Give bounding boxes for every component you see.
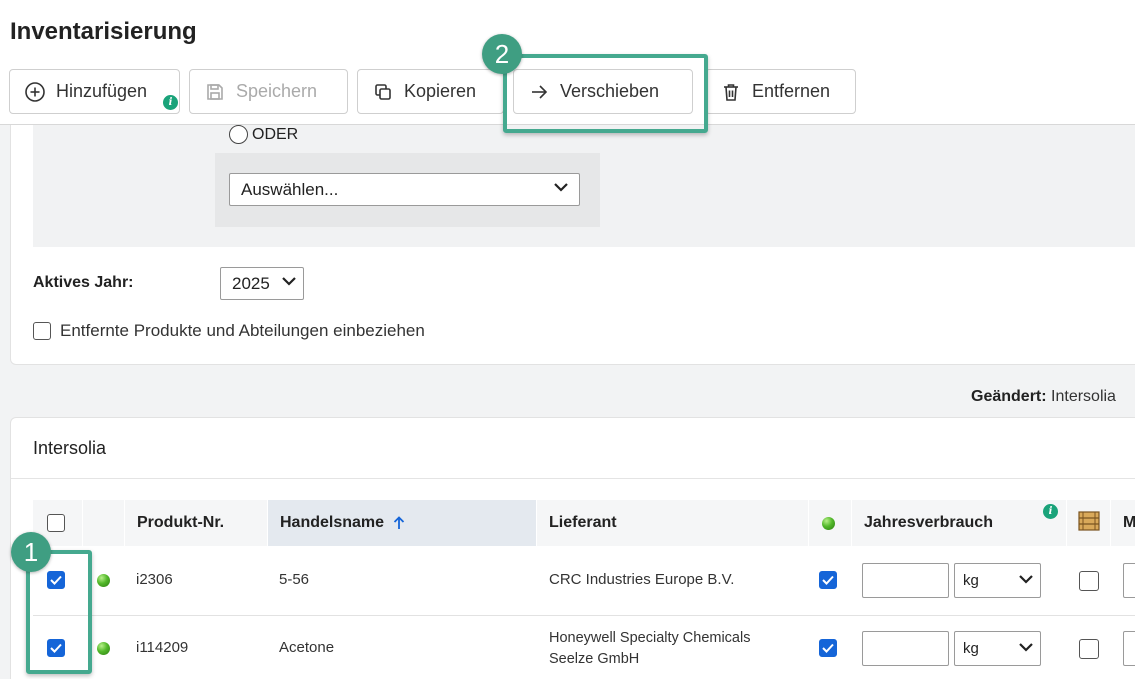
- row-product-no: i114209: [136, 639, 189, 656]
- green-dot-icon: [97, 574, 110, 587]
- row-storage-checkbox[interactable]: [1079, 571, 1099, 591]
- annual-consumption-input[interactable]: [862, 563, 949, 598]
- row-supplier: Honeywell Specialty Chemicals Seelze Gmb…: [549, 628, 750, 670]
- active-year-value: 2025: [232, 273, 270, 293]
- save-button-label: Speichern: [236, 81, 318, 101]
- list-title: Intersolia: [33, 438, 107, 458]
- row-storage-checkbox[interactable]: [1079, 639, 1099, 659]
- column-header-trade-name[interactable]: Handelsname: [268, 500, 537, 546]
- criteria-select-value: Auswählen...: [241, 179, 339, 199]
- remove-button[interactable]: Entfernen: [705, 69, 856, 114]
- include-removed-label: Entfernte Produkte und Abteilungen einbe…: [60, 321, 425, 340]
- select-all-checkbox[interactable]: [47, 514, 65, 532]
- chevron-down-icon: [1018, 639, 1034, 659]
- annual-consumption-input[interactable]: [862, 631, 949, 666]
- row-active-checkbox[interactable]: [819, 571, 837, 589]
- or-radio[interactable]: [229, 125, 248, 144]
- info-icon[interactable]: i: [1043, 504, 1058, 519]
- add-button[interactable]: Hinzufügen i: [9, 69, 180, 114]
- or-radio-label: ODER: [252, 125, 299, 143]
- next-column-input[interactable]: [1123, 631, 1135, 666]
- divider: [11, 478, 1135, 479]
- row-active-checkbox[interactable]: [819, 639, 837, 657]
- column-header-product-no[interactable]: Produkt-Nr.: [125, 500, 268, 546]
- row-status: [97, 574, 110, 587]
- unit-select-value: kg: [963, 640, 979, 657]
- row-supplier-line2: Seelze GmbH: [549, 651, 640, 667]
- column-header-trade-name-label: Handelsname: [280, 514, 385, 531]
- header-status: [83, 500, 125, 546]
- include-removed-checkbox[interactable]: [33, 322, 51, 340]
- row-supplier-line1: Honeywell Specialty Chemicals: [549, 630, 751, 646]
- row-trade-name: 5-56: [279, 571, 310, 588]
- filter-panel: ODER Auswählen... Aktives Jahr: 2025 Ent…: [10, 125, 1135, 365]
- remove-button-label: Entfernen: [752, 81, 831, 101]
- row-trade-name: Acetone: [279, 639, 335, 656]
- copy-button-label: Kopieren: [404, 81, 477, 101]
- step-1-badge: 1: [11, 532, 51, 572]
- column-header-annual-consumption-label: Jahresverbrauch: [864, 514, 993, 531]
- active-year-label: Aktives Jahr:: [33, 274, 134, 291]
- column-header-status[interactable]: [809, 500, 852, 546]
- green-dot-icon: [822, 516, 835, 530]
- row-product-no: i2306: [136, 571, 173, 588]
- table-row[interactable]: i2306 5-56 CRC Industries Europe B.V. kg: [33, 546, 1135, 616]
- product-list-panel: Intersolia Produkt-Nr. Handelsname Liefe…: [10, 417, 1135, 679]
- next-column-input[interactable]: [1123, 563, 1135, 598]
- column-header-annual-consumption[interactable]: Jahresverbrauch i: [852, 500, 1067, 546]
- green-dot-icon: [97, 642, 110, 655]
- info-icon[interactable]: i: [163, 95, 178, 110]
- page-title: Inventarisierung: [10, 18, 197, 45]
- trash-icon: [720, 81, 742, 103]
- chevron-down-icon: [281, 273, 297, 294]
- changed-by: Geändert: Intersolia: [971, 388, 1116, 406]
- active-year-select[interactable]: 2025: [220, 267, 304, 300]
- floppy-disk-icon: [204, 81, 226, 103]
- chevron-down-icon: [1018, 571, 1034, 591]
- column-header-storage[interactable]: [1067, 500, 1111, 546]
- or-radio-option[interactable]: ODER: [229, 125, 298, 144]
- unit-select[interactable]: kg: [954, 563, 1041, 598]
- select-container: Auswählen...: [215, 153, 600, 227]
- row-status: [97, 642, 110, 655]
- sort-ascending-icon: [393, 516, 405, 530]
- plus-circle-icon: [24, 81, 46, 103]
- row-active-checkbox-cell: [819, 639, 837, 657]
- highlight-step-2: [503, 54, 708, 133]
- column-header-supplier[interactable]: Lieferant: [537, 500, 809, 546]
- unit-select-value: kg: [963, 572, 979, 589]
- row-supplier-line1: CRC Industries Europe B.V.: [549, 571, 735, 588]
- filter-criteria-box: ODER Auswählen...: [33, 125, 1135, 247]
- include-removed-option[interactable]: Entfernte Produkte und Abteilungen einbe…: [33, 321, 425, 341]
- row-storage-checkbox-cell: [1079, 639, 1099, 659]
- unit-select[interactable]: kg: [954, 631, 1041, 666]
- row-active-checkbox-cell: [819, 571, 837, 589]
- chevron-down-icon: [553, 179, 569, 200]
- copy-icon: [372, 81, 394, 103]
- row-storage-checkbox-cell: [1079, 571, 1099, 591]
- column-header-next[interactable]: M: [1111, 500, 1135, 546]
- row-supplier: CRC Industries Europe B.V.: [549, 571, 734, 588]
- criteria-select[interactable]: Auswählen...: [229, 173, 580, 206]
- save-button[interactable]: Speichern: [189, 69, 348, 114]
- changed-label: Geändert:: [971, 388, 1047, 405]
- add-button-label: Hinzufügen: [56, 81, 148, 101]
- copy-button[interactable]: Kopieren: [357, 69, 504, 114]
- step-2-badge: 2: [482, 34, 522, 74]
- crate-icon: [1078, 510, 1100, 536]
- changed-value: Intersolia: [1051, 388, 1116, 405]
- table-row[interactable]: i114209 Acetone Honeywell Specialty Chem…: [33, 616, 1135, 679]
